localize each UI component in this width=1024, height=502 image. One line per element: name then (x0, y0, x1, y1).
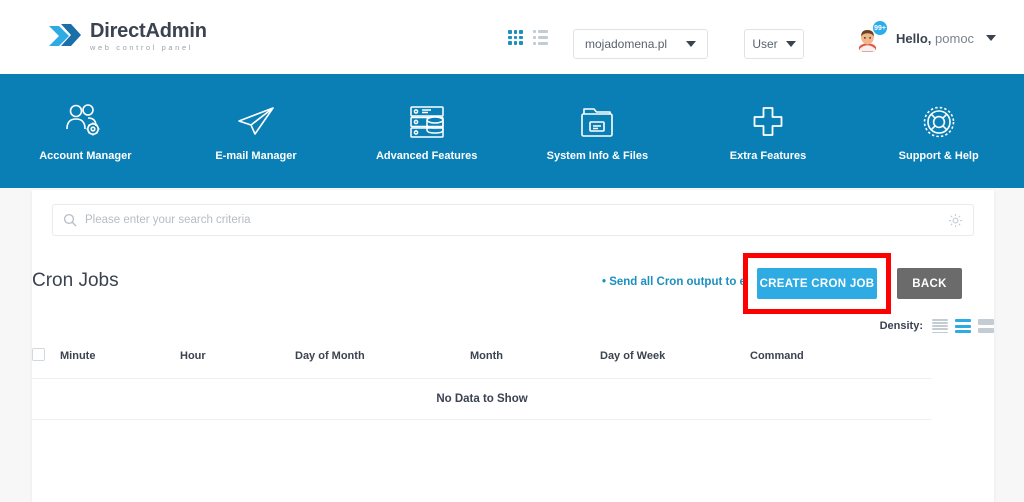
chevron-down-icon (985, 34, 996, 41)
nav-item-label: E-mail Manager (215, 150, 297, 162)
create-cron-job-button[interactable]: CREATE CRON JOB (757, 268, 877, 299)
empty-state-message: No Data to Show (32, 378, 932, 420)
nav-item-email-manager[interactable]: E-mail Manager (171, 101, 342, 188)
nav-item-account-manager[interactable]: Account Manager (0, 101, 171, 188)
page-title: Cron Jobs (32, 270, 119, 291)
nav-item-label: Support & Help (898, 150, 979, 162)
medium-density-icon[interactable] (955, 319, 971, 333)
brand-logo[interactable]: DirectAdmin web control panel (47, 20, 207, 52)
greeting-label: Hello, (896, 30, 932, 46)
database-server-icon (409, 101, 445, 143)
logo-tagline: web control panel (90, 42, 193, 52)
list-view-icon[interactable] (533, 30, 548, 45)
chevrons-logo-icon (47, 20, 81, 52)
select-all-cell (32, 340, 60, 379)
column-header-command[interactable]: Command (750, 340, 932, 379)
comfortable-density-icon[interactable] (978, 319, 994, 333)
grid-view-icon[interactable] (508, 30, 523, 45)
column-header-month[interactable]: Month (470, 340, 600, 379)
compact-density-icon[interactable] (932, 319, 948, 333)
account-menu[interactable]: 99+ Hello, pomoc (854, 20, 996, 54)
chevron-down-icon (785, 41, 796, 47)
nav-item-label: Account Manager (39, 150, 132, 162)
search-input[interactable] (85, 214, 948, 226)
nav-item-advanced-features[interactable]: Advanced Features (341, 101, 512, 188)
notification-badge: 99+ (872, 20, 888, 36)
nav-item-label: System Info & Files (546, 150, 649, 162)
back-button[interactable]: BACK (897, 268, 962, 299)
search-icon (63, 213, 77, 227)
search-bar[interactable] (52, 204, 974, 236)
main-navigation: Account Manager E-mail Manager Advanced … (0, 74, 1024, 188)
table-header-row: Minute Hour Day of Month Month Day of We… (32, 340, 932, 379)
nav-item-extra-features[interactable]: Extra Features (683, 101, 854, 188)
gear-icon[interactable] (948, 213, 963, 228)
logo-title-rest: Admin (145, 19, 207, 42)
nav-item-label: Advanced Features (375, 150, 478, 162)
column-header-hour[interactable]: Hour (180, 340, 295, 379)
column-header-day-of-week[interactable]: Day of Week (600, 340, 750, 379)
account-username: pomoc (935, 30, 975, 46)
user-select-value: User (752, 37, 778, 51)
view-toggle-group (508, 30, 548, 45)
nav-item-label: Extra Features (729, 150, 807, 162)
column-header-day-of-month[interactable]: Day of Month (295, 340, 470, 379)
user-select[interactable]: User (744, 29, 804, 59)
file-box-icon (579, 101, 615, 143)
column-header-minute[interactable]: Minute (60, 340, 180, 379)
domain-select[interactable]: mojadomena.pl (573, 29, 708, 59)
cron-jobs-table: Minute Hour Day of Month Month Day of We… (32, 340, 932, 420)
directadmin-page: DirectAdmin web control panel mojadomena… (0, 0, 1024, 502)
density-label: Density: (879, 320, 923, 332)
empty-state-row: No Data to Show (32, 378, 932, 420)
plus-icon (750, 101, 786, 143)
chevron-down-icon (686, 41, 696, 47)
paper-plane-icon (236, 101, 276, 143)
user-avatar: 99+ (854, 20, 888, 54)
select-all-checkbox[interactable] (32, 348, 45, 361)
nav-item-support-help[interactable]: Support & Help (853, 101, 1024, 188)
top-header: DirectAdmin web control panel mojadomena… (0, 0, 1024, 74)
logo-title-bold: Direct (90, 19, 146, 42)
domain-select-value: mojadomena.pl (585, 37, 668, 51)
density-control: Density: (880, 319, 994, 333)
table-body: No Data to Show (32, 378, 932, 420)
lifebuoy-icon (921, 101, 957, 143)
nav-item-system-info-files[interactable]: System Info & Files (512, 101, 683, 188)
users-gear-icon (62, 101, 108, 143)
